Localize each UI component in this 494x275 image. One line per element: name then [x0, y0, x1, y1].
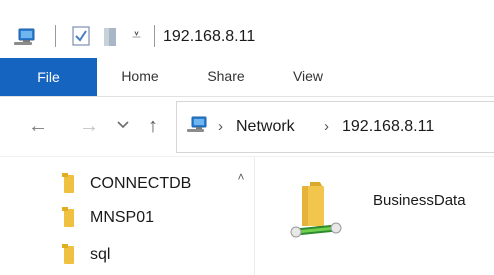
breadcrumb-separator[interactable]: ›	[324, 118, 329, 136]
new-folder-icon[interactable]	[100, 24, 122, 48]
title-bar: ⩡ 192.168.8.11	[0, 0, 494, 58]
tab-view[interactable]: View	[284, 58, 332, 94]
network-computer-icon[interactable]	[10, 22, 38, 50]
back-button[interactable]: ←	[28, 116, 48, 136]
window-title: 192.168.8.11	[163, 28, 256, 45]
share-item-businessdata[interactable]: BusinessData	[286, 174, 494, 254]
recent-locations-button[interactable]	[116, 118, 130, 132]
quick-access-dropdown-icon[interactable]: ⩡	[132, 27, 141, 45]
shared-folder-icon	[288, 176, 352, 248]
folder-icon	[62, 207, 74, 227]
nav-item-label: sql	[90, 246, 111, 263]
tab-share[interactable]: Share	[198, 58, 254, 94]
share-item-label: BusinessData	[373, 192, 466, 209]
properties-check-icon[interactable]	[70, 24, 92, 48]
nav-item-sql[interactable]: sql	[60, 242, 230, 270]
nav-item-label: CONNECTDB	[90, 175, 192, 192]
breadcrumb-separator[interactable]: ›	[218, 118, 223, 136]
tab-home[interactable]: Home	[110, 58, 170, 94]
address-bar[interactable]	[176, 101, 494, 153]
nav-item-mnsp01[interactable]: MNSP01	[60, 205, 230, 233]
folder-icon	[62, 244, 74, 264]
nav-item-label: MNSP01	[90, 209, 155, 226]
title-separator	[154, 25, 155, 47]
quick-access-separator	[55, 25, 56, 47]
breadcrumb-network[interactable]: Network	[236, 118, 295, 136]
breadcrumb-host[interactable]: 192.168.8.11	[342, 118, 434, 136]
forward-button[interactable]: →	[79, 116, 99, 136]
nav-item-connectdb[interactable]: CONNECTDB	[60, 171, 230, 199]
scroll-up-button[interactable]: ˄	[231, 167, 251, 187]
network-location-icon	[184, 112, 210, 136]
up-button[interactable]: ↑	[148, 116, 158, 136]
tab-file[interactable]: File	[0, 58, 97, 96]
folder-icon	[62, 173, 74, 193]
